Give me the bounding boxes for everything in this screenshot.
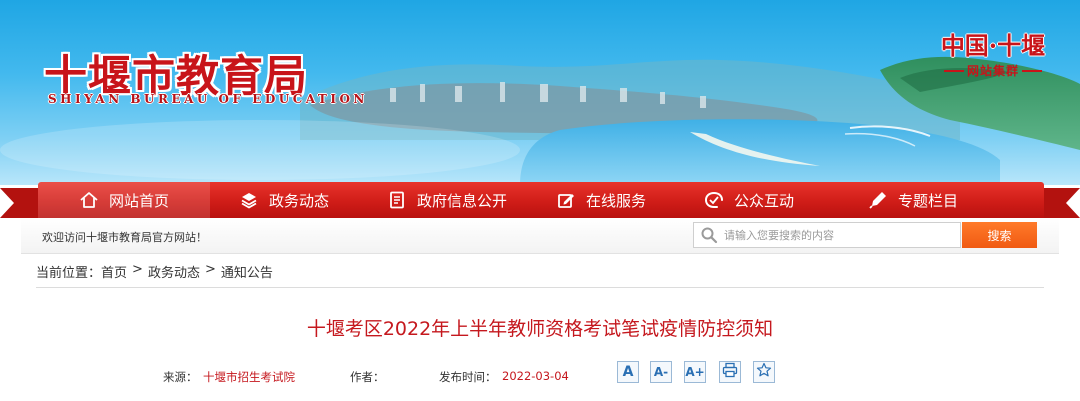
breadcrumb-item-notices[interactable]: 通知公告 [221,262,273,281]
breadcrumb-separator: > [132,262,143,277]
group-logo-subtitle: 网站集群 [928,62,1058,79]
group-logo-subtitle-text: 网站集群 [966,64,1019,78]
font-decrease-icon: A- [653,365,669,379]
author-label: 作者： [350,370,385,384]
nav-item-info-disclosure[interactable]: 政府信息公开 [358,182,536,218]
nav-item-label: 网站首页 [108,191,169,210]
welcome-bar: 欢迎访问十堰市教育局官方网站！ 搜索 [21,218,1059,254]
breadcrumb-prefix: 当前位置： [36,266,102,281]
breadcrumb-item-home[interactable]: 首页 [101,262,127,281]
font-default-button[interactable]: A [617,361,639,383]
print-button[interactable] [719,361,741,383]
nav-item-online-services[interactable]: 在线服务 [536,182,666,218]
font-default-icon: A [622,364,634,380]
site-group-logo[interactable]: 中国·十堰 网站集群 [928,26,1058,79]
source-label: 来源： [163,370,198,384]
document-icon [387,190,407,210]
publish-date-label: 发布时间： [439,370,497,384]
article-title: 十堰考区2022年上半年教师资格考试笔试疫情防控须知 [306,318,774,340]
nav-bar: 网站首页 政务动态 政府信息公开 在线服务 公众互动 专题栏目 [38,182,1044,218]
nav-item-label: 政府信息公开 [416,191,507,210]
publish-date-value: 2022-03-04 [502,369,569,383]
logo-dash-right [1022,69,1042,72]
nav-item-public-interaction[interactable]: 公众互动 [666,182,832,218]
site-subtitle: SHIYAN BUREAU OF EDUCATION [48,92,368,106]
font-increase-button[interactable]: A+ [684,361,706,383]
nav-item-label: 专题栏目 [897,191,958,210]
font-decrease-button[interactable]: A- [650,361,672,383]
nav-item-government-news[interactable]: 政务动态 [210,182,358,218]
nav-item-label: 政务动态 [268,191,329,210]
breadcrumb-item-government-news[interactable]: 政务动态 [148,262,200,281]
main-navigation: 网站首页 政务动态 政府信息公开 在线服务 公众互动 专题栏目 [0,182,1080,222]
nav-item-home[interactable]: 网站首页 [38,182,210,218]
nav-item-special-topics[interactable]: 专题栏目 [832,182,994,218]
chat-icon [704,190,724,210]
star-icon [756,362,772,382]
breadcrumb: 当前位置： 首页 > 政务动态 > 通知公告 [36,262,1044,288]
font-increase-icon: A+ [685,365,705,379]
search-button[interactable]: 搜索 [962,222,1037,248]
nav-item-label: 在线服务 [585,191,646,210]
print-icon [722,362,738,382]
group-logo-title: 中国·十堰 [940,31,1046,60]
content-panel: 欢迎访问十堰市教育局官方网站！ 搜索 当前位置： 首页 > 政务动态 > 通知公… [21,218,1059,401]
layers-icon [239,190,259,210]
pen-icon [868,190,888,210]
home-icon [79,190,99,210]
logo-dash-left [943,69,964,72]
site-banner: 十堰市教育局 SHIYAN BUREAU OF EDUCATION 中国·十堰 … [0,0,1080,185]
article-meta: 来源： 十堰市招生考试院 作者： 发布时间： 2022-03-04 [21,363,1059,393]
search-icon [694,223,724,247]
nav-item-label: 公众互动 [733,191,794,210]
breadcrumb-separator: > [204,262,216,277]
edit-icon [556,190,576,210]
search-box [693,222,961,248]
source-value: 十堰市招生考试院 [203,370,295,384]
favorite-button[interactable] [753,361,775,383]
welcome-message: 欢迎访问十堰市教育局官方网站！ [42,231,207,244]
search-input[interactable] [724,224,960,246]
